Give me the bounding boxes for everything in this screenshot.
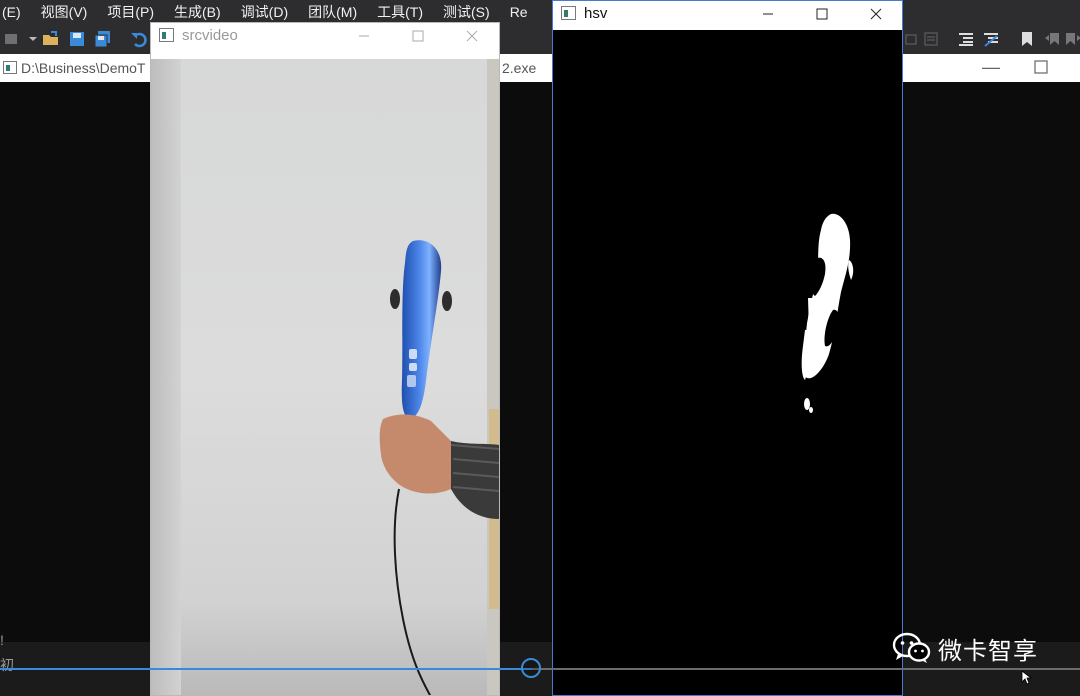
dropdown-arrow-icon[interactable]	[24, 30, 42, 48]
minimize-icon	[359, 35, 369, 37]
hsv-titlebar[interactable]: hsv	[553, 1, 902, 27]
menu-team[interactable]: 团队(M)	[298, 0, 367, 24]
hsv-mask-frame	[553, 30, 902, 695]
mouse-cursor-icon	[1021, 670, 1033, 685]
close-button[interactable]	[449, 23, 495, 49]
srcvideo-titlebar[interactable]: srcvideo	[151, 23, 499, 49]
trackbar-rail[interactable]	[532, 668, 1080, 670]
maximize-icon[interactable]	[1034, 58, 1048, 79]
bookmark-icon[interactable]	[1018, 30, 1036, 48]
minimize-button[interactable]	[745, 1, 791, 27]
toolbar-faded-icon-2[interactable]	[922, 30, 940, 48]
window-app-icon	[159, 28, 174, 42]
menu-edit[interactable]: (E)	[0, 0, 31, 24]
menu-build[interactable]: 生成(B)	[164, 0, 231, 24]
save-icon[interactable]	[68, 30, 86, 48]
maximize-icon	[412, 30, 424, 42]
video-frame-image	[151, 59, 499, 695]
uncomment-lines-icon[interactable]	[982, 30, 1000, 48]
menu-view[interactable]: 视图(V)	[31, 0, 98, 24]
menu-re[interactable]: Re	[500, 0, 538, 24]
menu-test[interactable]: 测试(S)	[433, 0, 500, 24]
menu-tools[interactable]: 工具(T)	[367, 0, 433, 24]
save-all-icon[interactable]	[94, 30, 112, 48]
hsv-title: hsv	[584, 5, 608, 22]
trackbar-filled[interactable]	[0, 668, 532, 670]
console-app-icon	[3, 61, 17, 74]
close-button[interactable]	[853, 1, 899, 27]
wechat-icon	[892, 632, 931, 663]
srcvideo-title: srcvideo	[182, 27, 238, 44]
close-icon	[870, 8, 882, 20]
comment-lines-icon[interactable]	[957, 30, 975, 48]
trackbar-thumb[interactable]	[521, 658, 541, 678]
nav-back-icon[interactable]	[2, 30, 20, 48]
maximize-button[interactable]	[395, 23, 441, 49]
minimize-icon	[763, 13, 773, 15]
side-marker-1: !	[0, 632, 4, 648]
side-marker-2: 初	[0, 657, 14, 673]
toolbar-faded-icon[interactable]	[903, 30, 921, 48]
minimize-button[interactable]	[341, 23, 387, 49]
open-folder-icon[interactable]	[42, 30, 60, 48]
minimize-icon[interactable]: —	[982, 57, 1000, 78]
close-icon	[466, 30, 478, 42]
next-bookmark-icon[interactable]	[1064, 30, 1080, 48]
desktop: (E) 视图(V) 项目(P) 生成(B) 调试(D) 团队(M) 工具(T) …	[0, 0, 1080, 696]
undo-icon[interactable]	[130, 30, 148, 48]
watermark: 微卡智享	[892, 630, 1038, 666]
hsv-mask-image	[553, 30, 902, 695]
watermark-text: 微卡智享	[938, 637, 1038, 665]
menu-project[interactable]: 项目(P)	[97, 0, 164, 24]
srcvideo-frame	[151, 59, 499, 695]
vs-menubar: (E) 视图(V) 项目(P) 生成(B) 调试(D) 团队(M) 工具(T) …	[0, 0, 1080, 24]
console-window-title-tail: 2.exe	[502, 60, 537, 76]
srcvideo-window[interactable]: srcvideo	[150, 22, 500, 696]
maximize-icon	[816, 8, 828, 20]
menu-debug[interactable]: 调试(D)	[231, 0, 298, 24]
hsv-window[interactable]: hsv	[552, 0, 903, 696]
console-window-title: D:\Business\DemoT	[21, 60, 146, 76]
maximize-button[interactable]	[799, 1, 845, 27]
window-app-icon	[561, 6, 576, 20]
prev-bookmark-icon[interactable]	[1044, 30, 1062, 48]
